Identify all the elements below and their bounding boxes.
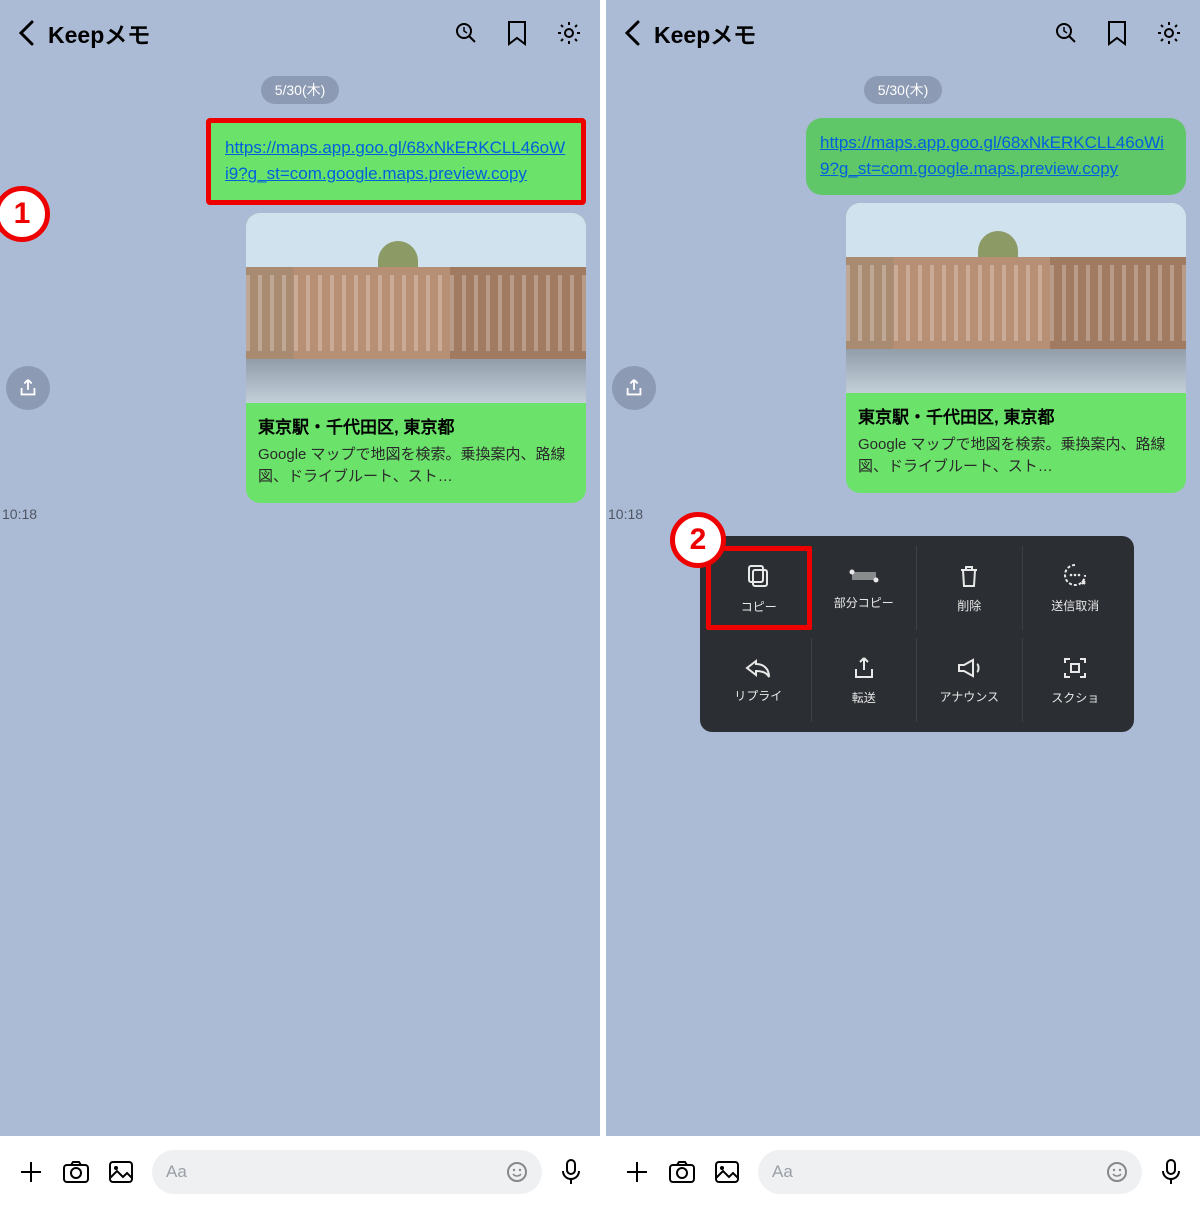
text-input[interactable]: Aa [758,1150,1142,1194]
menu-item-screenshot[interactable]: スクショ [1023,638,1129,722]
preview-description: Google マップで地図を検索。乗換案内、路線図、ドライブルート、スト… [858,434,1174,479]
preview-title: 東京駅・千代田区, 東京都 [258,413,574,438]
link-preview-card[interactable]: 東京駅・千代田区, 東京都 Google マップで地図を検索。乗換案内、路線図、… [846,203,1186,493]
share-button[interactable] [612,366,656,410]
camera-icon[interactable] [62,1160,90,1184]
shared-link[interactable]: https://maps.app.goo.gl/68xNkERKCLL46oWi… [820,133,1164,178]
mic-icon[interactable] [1160,1158,1182,1186]
trash-icon [957,563,981,589]
context-menu: コピー 部分コピー 削除 送信取消 リプライ 転送 [700,536,1134,732]
chat-body: 5/30(木) https://maps.app.goo.gl/68xNkERK… [0,66,600,1136]
chat-header: Keepメモ [0,0,600,66]
chat-title: Keepメモ [654,16,1054,50]
preview-description: Google マップで地図を検索。乗換案内、路線図、ドライブルート、スト… [258,444,574,489]
unsend-icon [1061,563,1089,589]
announce-icon [955,656,983,680]
back-icon[interactable] [18,20,34,46]
gear-icon[interactable] [1156,20,1182,46]
input-bar: Aa [0,1136,600,1208]
url-message-bubble[interactable]: https://maps.app.goo.gl/68xNkERKCLL46oWi… [806,118,1186,195]
copy-icon [745,562,773,590]
menu-item-partial-copy[interactable]: 部分コピー [812,546,918,630]
menu-item-delete[interactable]: 削除 [917,546,1023,630]
search-icon[interactable] [1054,21,1078,45]
chat-body: 5/30(木) https://maps.app.goo.gl/68xNkERK… [606,66,1200,1136]
input-placeholder: Aa [166,1162,187,1182]
gear-icon[interactable] [556,20,582,46]
bookmark-icon[interactable] [1106,20,1128,46]
url-message-bubble[interactable]: https://maps.app.goo.gl/68xNkERKCLL46oWi… [206,118,586,205]
menu-item-unsend[interactable]: 送信取消 [1023,546,1129,630]
annotation-step-2: 2 [670,512,726,568]
preview-image [246,213,586,403]
gallery-icon[interactable] [714,1160,740,1184]
screenshot-icon [1061,655,1089,681]
preview-image [846,203,1186,393]
screenshot-left: Keepメモ 5/30(木) https://maps.app.goo.gl/6… [0,0,600,1208]
bookmark-icon[interactable] [506,20,528,46]
menu-item-forward[interactable]: 転送 [812,638,918,722]
gallery-icon[interactable] [108,1160,134,1184]
menu-item-copy[interactable]: コピー [706,546,812,630]
link-preview-card[interactable]: 東京駅・千代田区, 東京都 Google マップで地図を検索。乗換案内、路線図、… [246,213,586,503]
share-icon [852,655,876,681]
plus-icon[interactable] [18,1159,44,1185]
shared-link[interactable]: https://maps.app.goo.gl/68xNkERKCLL46oWi… [225,138,565,183]
share-button[interactable] [6,366,50,410]
emoji-icon[interactable] [1106,1161,1128,1183]
mic-icon[interactable] [560,1158,582,1186]
reply-icon [744,657,772,679]
emoji-icon[interactable] [506,1161,528,1183]
message-time: 10:18 [2,506,37,522]
date-badge: 5/30(木) [261,76,340,104]
input-bar: Aa [606,1136,1200,1208]
menu-item-reply[interactable]: リプライ [706,638,812,722]
date-badge: 5/30(木) [864,76,943,104]
screenshot-right: Keepメモ 5/30(木) https://maps.app.goo.gl/6… [600,0,1200,1208]
text-input[interactable]: Aa [152,1150,542,1194]
plus-icon[interactable] [624,1159,650,1185]
partial-copy-icon [848,566,880,586]
search-icon[interactable] [454,21,478,45]
message-time: 10:18 [608,506,643,522]
camera-icon[interactable] [668,1160,696,1184]
input-placeholder: Aa [772,1162,793,1182]
preview-title: 東京駅・千代田区, 東京都 [858,403,1174,428]
chat-header: Keepメモ [606,0,1200,66]
back-icon[interactable] [624,20,640,46]
chat-title: Keepメモ [48,16,454,50]
menu-item-announce[interactable]: アナウンス [917,638,1023,722]
